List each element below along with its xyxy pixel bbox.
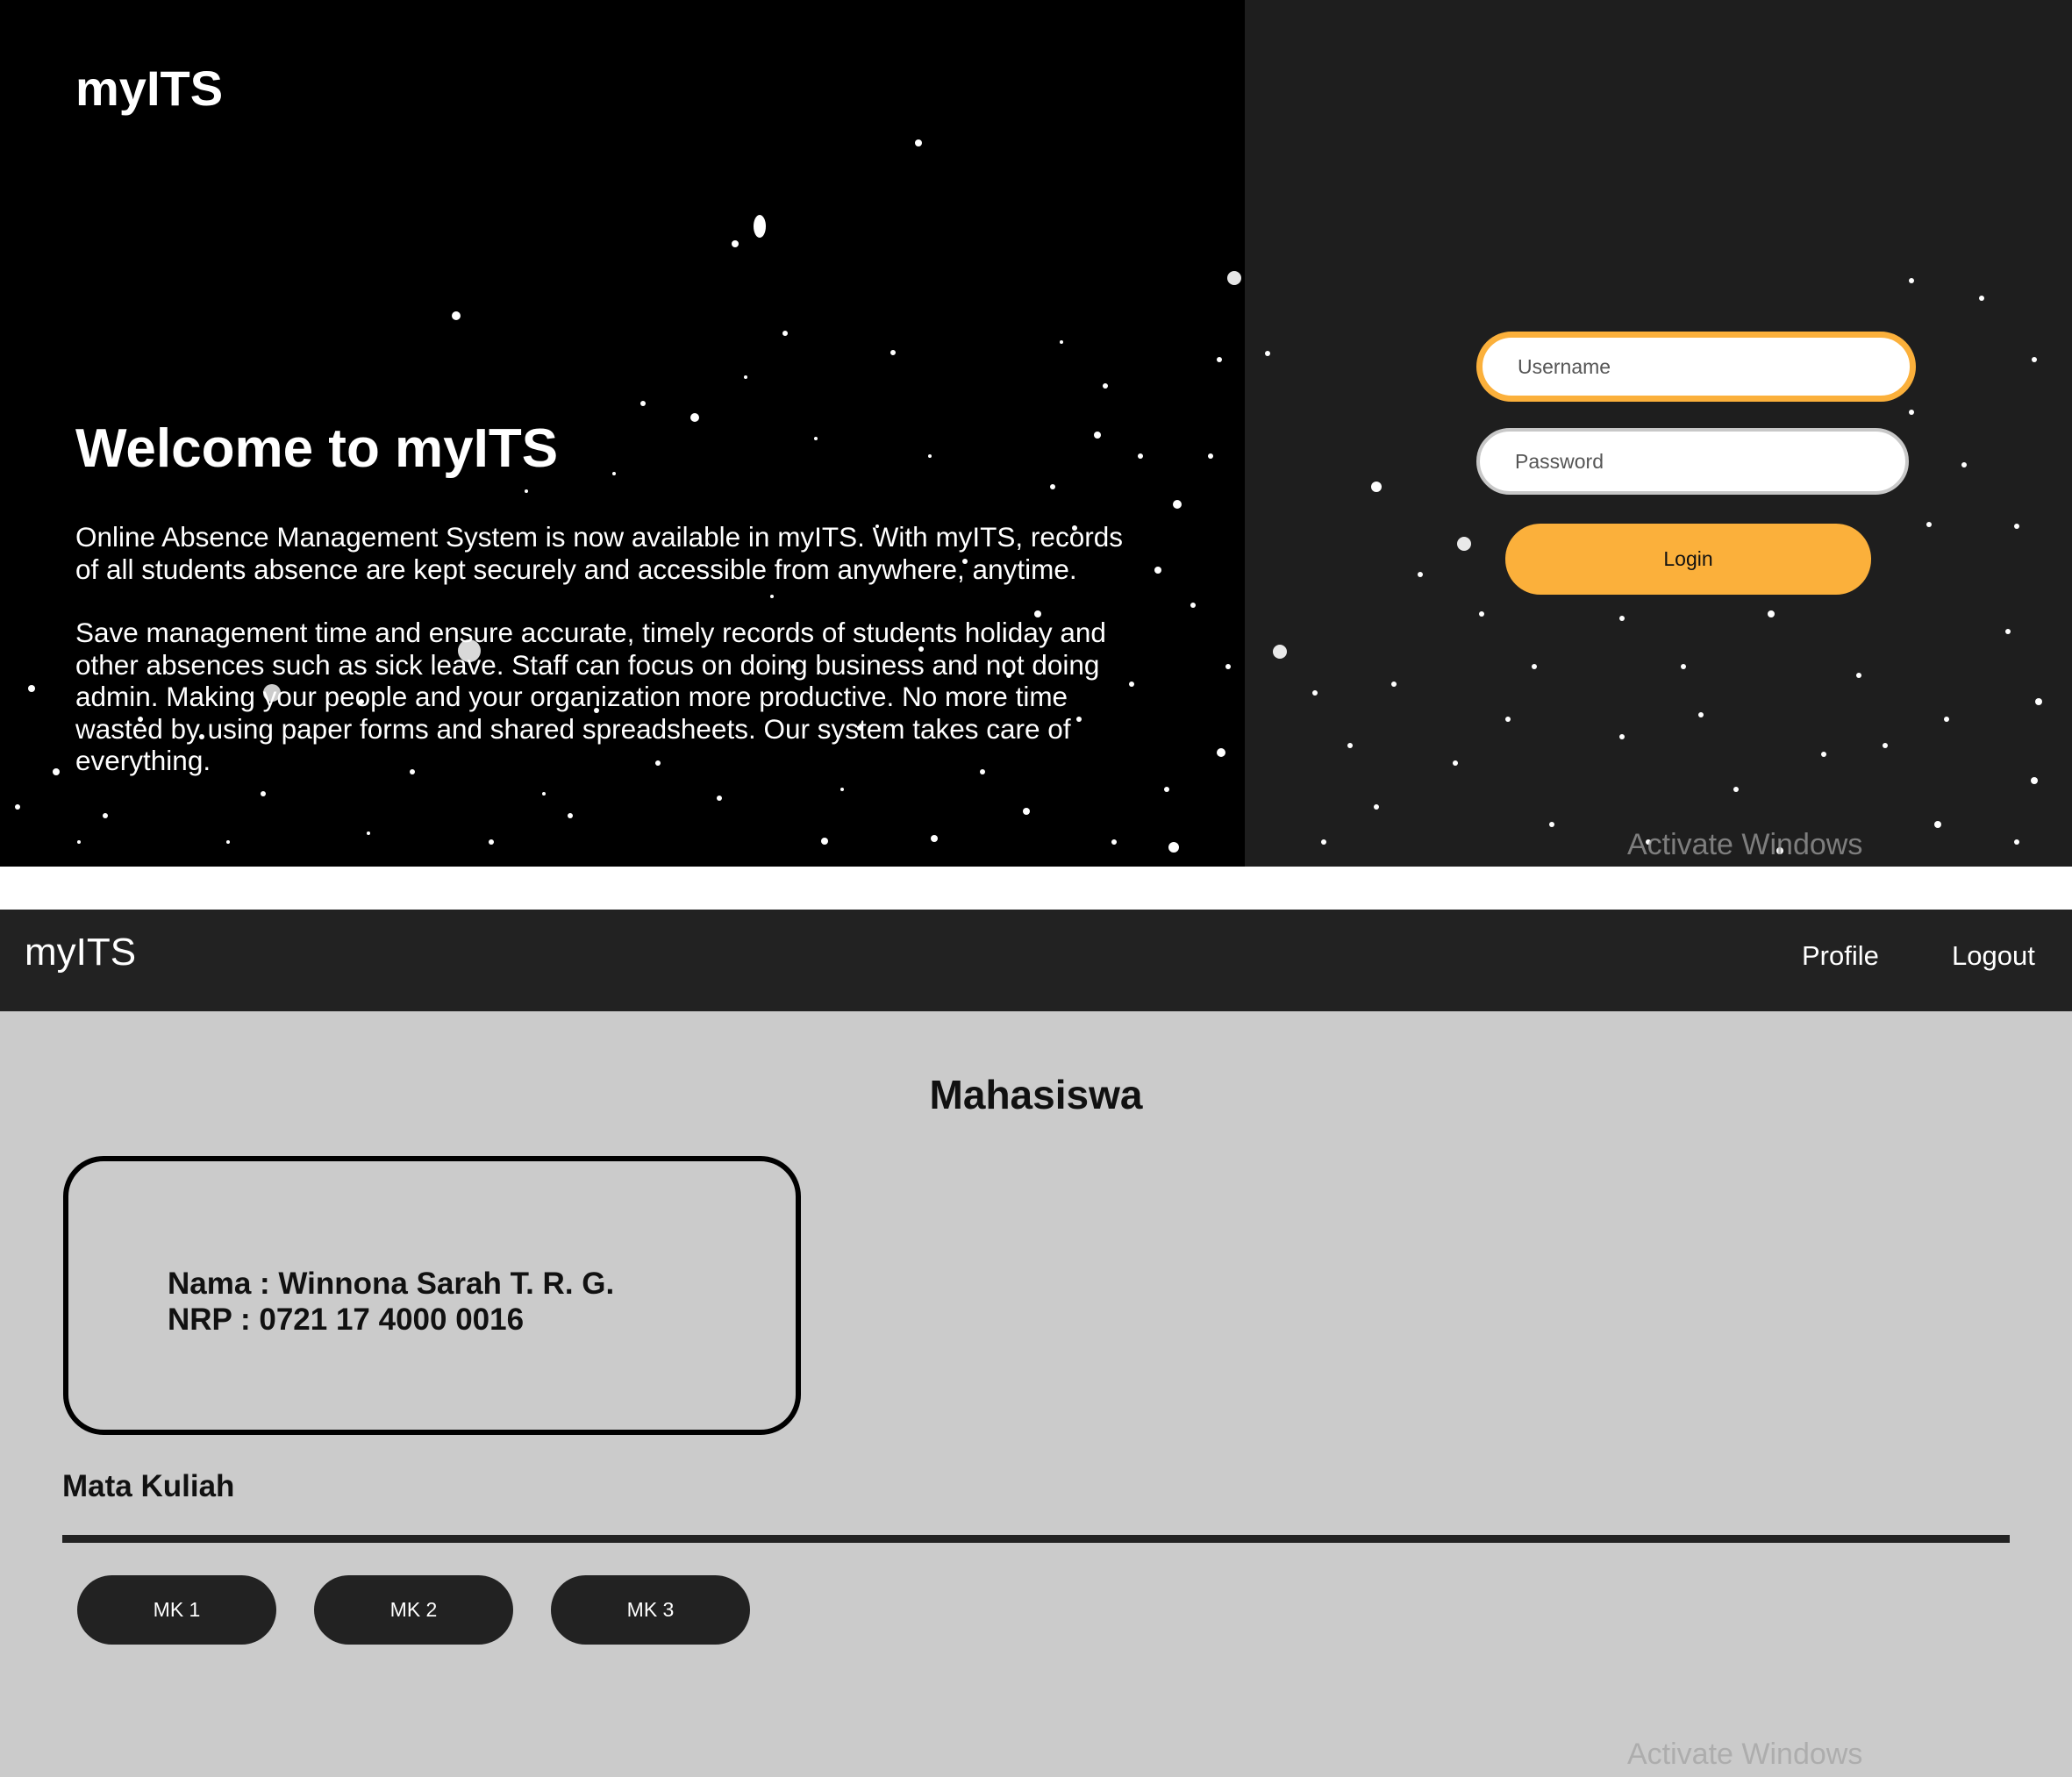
welcome-heading: Welcome to myITS — [75, 418, 559, 479]
nav-brand[interactable]: myITS — [25, 931, 136, 974]
course-button-mk1[interactable]: MK 1 — [77, 1575, 276, 1645]
page-title: Mahasiswa — [929, 1072, 1143, 1117]
intro-paragraph-1: Online Absence Management System is now … — [75, 521, 1123, 585]
intro-text: Online Absence Management System is now … — [75, 521, 1128, 809]
course-button-mk3[interactable]: MK 3 — [551, 1575, 750, 1645]
section-title-courses: Mata Kuliah — [62, 1469, 235, 1503]
welcome-panel: myITS Welcome to myITS Online Absence Ma… — [0, 0, 1245, 867]
login-screen: myITS Welcome to myITS Online Absence Ma… — [0, 0, 2072, 867]
course-button-mk2[interactable]: MK 2 — [314, 1575, 513, 1645]
top-navbar: myITS Profile Logout — [0, 910, 2072, 1011]
username-field[interactable] — [1476, 332, 1916, 402]
password-field[interactable] — [1476, 428, 1909, 495]
activate-windows-watermark: Activate Windows — [1627, 828, 1863, 861]
student-name: Nama : Winnona Sarah T. R. G. — [168, 1267, 615, 1301]
student-nrp: NRP : 0721 17 4000 0016 — [168, 1302, 525, 1337]
dashboard-screen: myITS Profile Logout Mahasiswa Nama : Wi… — [0, 910, 2072, 1777]
login-button[interactable]: Login — [1505, 524, 1871, 595]
nav-profile-link[interactable]: Profile — [1802, 940, 1879, 972]
intro-paragraph-2: Save management time and ensure accurate… — [75, 617, 1106, 776]
activate-windows-watermark-2: Activate Windows — [1627, 1738, 1863, 1771]
student-info-card: Nama : Winnona Sarah T. R. G. NRP : 0721… — [63, 1156, 801, 1435]
section-divider — [62, 1535, 2010, 1543]
brand-logo: myITS — [75, 61, 224, 116]
nav-logout-link[interactable]: Logout — [1952, 940, 2035, 972]
